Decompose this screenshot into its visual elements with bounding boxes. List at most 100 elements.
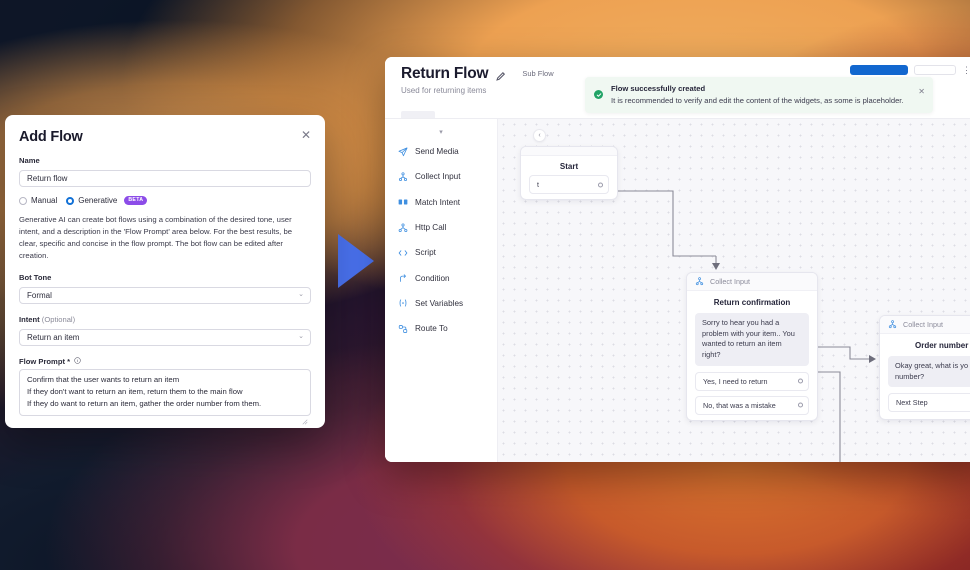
flow-tab-stub[interactable] [401,111,435,118]
sidebar-item-label: Script [415,248,436,258]
arrow-head [869,355,876,363]
play-arrow-marker [338,234,374,288]
radio-label: Generative [78,196,118,205]
http-call-icon [398,223,408,233]
dialog-title: Add Flow [19,129,83,145]
add-flow-dialog: Add Flow ✕ Name Manual Generative BETA G… [5,115,325,428]
script-icon [398,248,408,258]
info-icon[interactable] [74,357,81,364]
node-header: Collect Input [687,273,817,291]
sidebar-item-send-media[interactable]: Send Media [385,139,497,164]
flow-prompt-textarea[interactable]: Confirm that the user wants to return an… [19,368,311,416]
flow-node-start[interactable]: Start t [520,146,618,200]
bot-tone-label: Bot Tone [19,272,52,282]
close-icon[interactable]: ✕ [301,129,311,141]
field-intent: Intent (Optional) ⌄ [19,315,311,346]
sidebar-item-label: Http Call [415,223,447,233]
required-marker: * [67,356,71,366]
name-input[interactable] [19,170,311,187]
flow-editor-window: Return Flow Sub Flow Used for returning … [385,57,970,462]
intent-label-text: Intent [19,314,40,324]
chevron-left-icon[interactable]: ‹ [533,129,546,142]
sidebar-item-condition[interactable]: Condition [385,265,497,290]
node-message-bubble: Sorry to hear you had a problem with you… [695,313,809,366]
sidebar-item-http-call[interactable]: Http Call [385,215,497,240]
toast-notification: Flow successfully created It is recommen… [585,77,933,113]
field-name: Name [19,156,311,187]
node-title: Order number c [914,341,970,350]
node-header: Collect Input [880,316,970,334]
radio-manual[interactable]: Manual [19,196,57,205]
flow-node-order-number[interactable]: Collect Input Order number c Okay great,… [879,315,970,421]
close-icon[interactable]: ✕ [918,88,925,96]
dialog-header: Add Flow ✕ [19,129,311,145]
toast-title: Flow successfully created [611,84,706,93]
radio-label: Manual [31,196,58,205]
flow-title: Return Flow [401,65,489,82]
node-type-label: Collect Input [903,320,943,329]
field-bot-tone: Bot Tone ⌄ [19,273,311,304]
sidebar-item-label: Condition [415,273,450,283]
more-options-icon[interactable]: ⋮ [962,65,970,75]
name-label: Name [19,156,40,165]
sidebar-item-script[interactable]: Script [385,240,497,265]
intent-optional-text: (Optional) [41,314,76,324]
flow-editor-body: ▾ Send Media Collect Input Match Intent … [385,119,970,462]
node-port[interactable] [798,402,803,408]
radio-dot-selected [66,196,75,205]
node-title: Return confirmation [713,298,791,307]
toast-message: It is recommended to verify and edit the… [611,96,904,105]
flow-primary-button[interactable] [850,65,908,75]
node-next-step[interactable]: Next Step [888,393,970,413]
node-option-label: Yes, I need to return [703,376,768,386]
match-intent-icon [398,197,408,207]
send-media-icon [398,147,408,157]
intent-select[interactable] [19,328,311,346]
node-option[interactable]: t [529,175,609,194]
flow-canvas[interactable]: ‹ Start t Collect Input Return confirmat… [498,119,970,462]
sidebar-collapse-icon[interactable]: ▾ [385,125,497,139]
widget-sidebar: ▾ Send Media Collect Input Match Intent … [385,119,498,462]
route-to-icon [398,324,408,334]
arrow-head [712,263,720,270]
sidebar-item-set-variables[interactable]: Set Variables [385,291,497,316]
node-title: Start [559,162,579,171]
success-check-icon [594,90,603,99]
pencil-icon[interactable] [495,69,506,81]
sidebar-item-label: Match Intent [415,197,461,207]
sidebar-item-label: Send Media [415,147,459,157]
sidebar-item-label: Collect Input [415,172,461,182]
intent-label: Intent (Optional) [19,315,311,324]
node-message-bubble: Okay great, what is yo number? [888,356,970,388]
node-type-label: Collect Input [710,277,750,286]
node-option-label: No, that was a mistake [703,400,776,410]
field-flow-prompt: Flow Prompt * Confirm that the user want… [19,357,311,425]
node-port[interactable] [798,378,803,384]
node-header [521,147,617,156]
flow-prompt-label: Flow Prompt * [19,357,311,366]
dialog-description: Generative AI can create bot flows using… [19,215,292,260]
condition-icon [398,273,408,283]
collect-input-icon [888,320,897,329]
resize-grip-icon[interactable] [302,412,308,425]
mode-radio-group: Manual Generative BETA [19,195,311,205]
sidebar-item-route-to[interactable]: Route To [385,316,497,341]
flow-type-badge: Sub Flow [522,69,554,78]
set-variables-icon [398,298,408,308]
sidebar-item-collect-input[interactable]: Collect Input [385,164,497,189]
flow-secondary-button[interactable] [914,65,956,75]
sidebar-item-label: Route To [415,324,448,334]
flow-node-return-confirmation[interactable]: Collect Input Return confirmation Sorry … [686,272,818,421]
collect-input-icon [695,277,704,286]
beta-badge: BETA [124,195,148,205]
node-option-label: t [537,180,539,189]
desktop-background: Return Flow Sub Flow Used for returning … [0,0,970,570]
sidebar-item-match-intent[interactable]: Match Intent [385,190,497,215]
bot-tone-select[interactable] [19,286,311,304]
node-option-no[interactable]: No, that was a mistake [695,395,809,415]
node-port[interactable] [598,182,603,187]
radio-generative[interactable]: Generative BETA [66,195,148,205]
flow-prompt-label-text: Flow Prompt [19,356,65,366]
collect-input-icon [398,172,408,182]
node-option-yes[interactable]: Yes, I need to return [695,371,809,391]
